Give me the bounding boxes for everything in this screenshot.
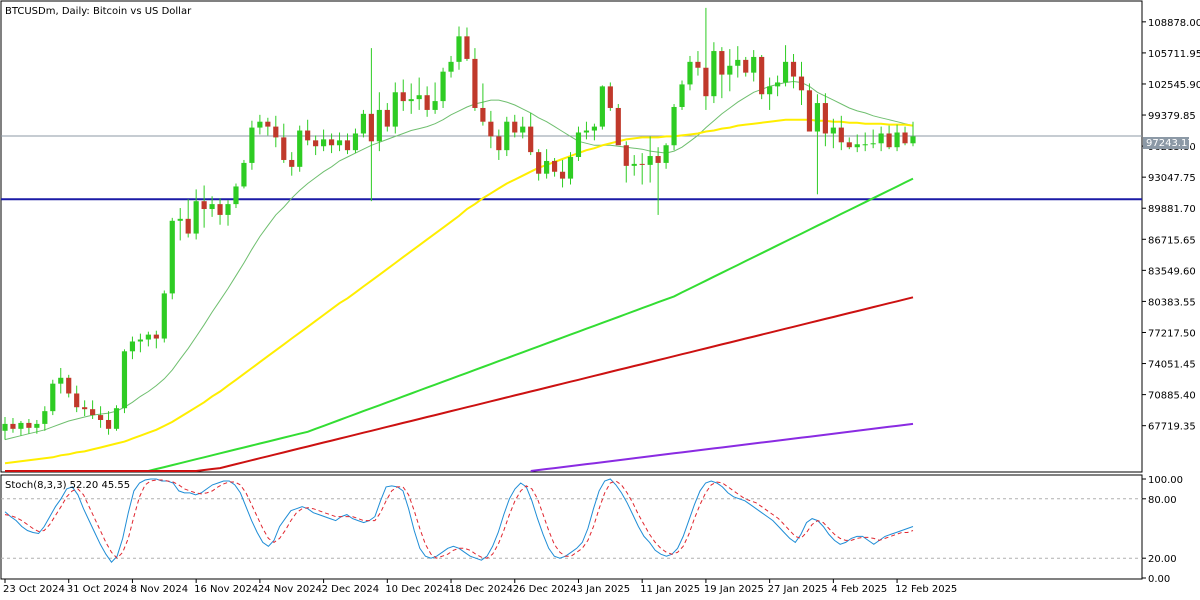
date-tick-label: 3 Jan 2025 <box>576 584 630 595</box>
price-tick-label: 67719.35 <box>1148 422 1196 433</box>
date-tick-label: 8 Nov 2024 <box>130 584 188 595</box>
candle <box>360 109 367 138</box>
candle <box>607 82 613 111</box>
stoch-tick-label: 20.00 <box>1148 554 1177 565</box>
stoch-tick-label: 0.00 <box>1148 574 1170 585</box>
candle <box>711 42 717 104</box>
price-tick-label: 80383.55 <box>1148 297 1196 308</box>
candle <box>297 125 303 172</box>
candle <box>679 80 685 110</box>
price-tick-label: 105711.95 <box>1148 49 1200 60</box>
candle <box>169 217 175 300</box>
date-tick-label: 26 Dec 2024 <box>513 584 577 595</box>
price-tick-label: 108878.00 <box>1148 18 1200 29</box>
date-tick-label: 16 Nov 2024 <box>194 584 258 595</box>
candle <box>113 405 120 431</box>
candle <box>615 104 621 146</box>
date-tick-label: 12 Feb 2025 <box>895 584 957 595</box>
date-tick-label: 27 Jan 2025 <box>768 584 828 595</box>
chart-root: 108878.00105711.95102545.9099379.8596213… <box>0 0 1200 600</box>
candle <box>671 104 677 151</box>
candle <box>121 349 128 414</box>
price-tick-label: 93047.75 <box>1148 173 1196 184</box>
candle <box>50 379 56 416</box>
price-tick-label: 89881.70 <box>1148 204 1196 215</box>
current-price-label: 97243.17 <box>1146 138 1194 149</box>
date-tick-label: 2 Dec 2024 <box>322 584 380 595</box>
date-tick-label: 10 Dec 2024 <box>385 584 449 595</box>
date-tick-label: 4 Feb 2025 <box>831 584 887 595</box>
price-tick-label: 86715.65 <box>1148 235 1196 246</box>
candle <box>504 116 510 157</box>
price-tick-label: 102545.90 <box>1148 80 1200 91</box>
chart-title: BTCUSDm, Daily: Bitcoin vs US Dollar <box>5 6 192 17</box>
date-tick-label: 18 Dec 2024 <box>449 584 513 595</box>
candle <box>249 120 255 170</box>
stoch-title: Stoch(8,3,3) 52.20 45.55 <box>5 480 130 491</box>
stoch-tick-label: 80.00 <box>1148 495 1177 506</box>
candle <box>241 159 247 189</box>
stoch-tick-label: 100.00 <box>1148 475 1183 486</box>
price-tick-label: 99379.85 <box>1148 111 1196 122</box>
candle <box>759 54 765 100</box>
price-tick-label: 74051.45 <box>1148 360 1196 371</box>
candle <box>599 85 605 130</box>
price-tick-label: 77217.50 <box>1148 328 1196 339</box>
date-tick-label: 11 Jan 2025 <box>640 584 700 595</box>
candle <box>161 290 167 343</box>
date-tick-label: 24 Nov 2024 <box>258 584 322 595</box>
candle <box>806 83 813 132</box>
date-tick-label: 19 Jan 2025 <box>704 584 764 595</box>
date-tick-label: 31 Oct 2024 <box>67 584 129 595</box>
date-tick-label: 23 Oct 2024 <box>3 584 65 595</box>
price-tick-label: 70885.40 <box>1148 391 1196 402</box>
price-tick-label: 83549.60 <box>1148 266 1196 277</box>
